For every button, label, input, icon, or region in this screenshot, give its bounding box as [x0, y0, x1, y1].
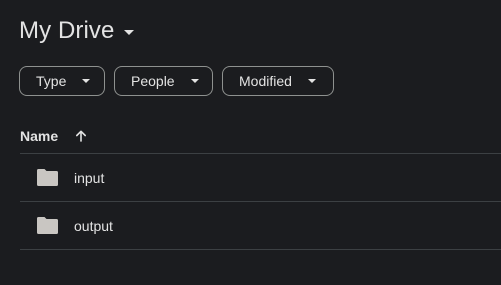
sort-ascending-arrow-icon[interactable] — [74, 129, 88, 143]
list-item-name: input — [74, 169, 105, 186]
name-column-header[interactable]: Name — [20, 128, 58, 144]
list-header: Name — [20, 118, 501, 154]
type-filter-chip[interactable]: Type — [19, 66, 105, 96]
file-list: input output — [20, 154, 501, 250]
people-filter-label: People — [131, 73, 175, 89]
type-filter-label: Type — [36, 73, 67, 89]
modified-filter-chip[interactable]: Modified — [222, 66, 334, 96]
filter-chips: Type People Modified — [19, 66, 334, 96]
my-drive-dropdown[interactable]: My Drive — [19, 15, 135, 47]
chevron-down-icon — [307, 79, 316, 83]
folder-icon — [37, 169, 59, 187]
people-filter-chip[interactable]: People — [114, 66, 213, 96]
folder-icon — [37, 217, 59, 235]
chevron-down-icon — [124, 29, 135, 35]
chevron-down-icon — [82, 79, 91, 83]
list-item-name: output — [74, 217, 113, 234]
list-item[interactable]: input — [20, 154, 501, 202]
modified-filter-label: Modified — [239, 73, 292, 89]
page-title: My Drive — [19, 17, 115, 44]
chevron-down-icon — [190, 79, 199, 83]
list-item[interactable]: output — [20, 202, 501, 250]
